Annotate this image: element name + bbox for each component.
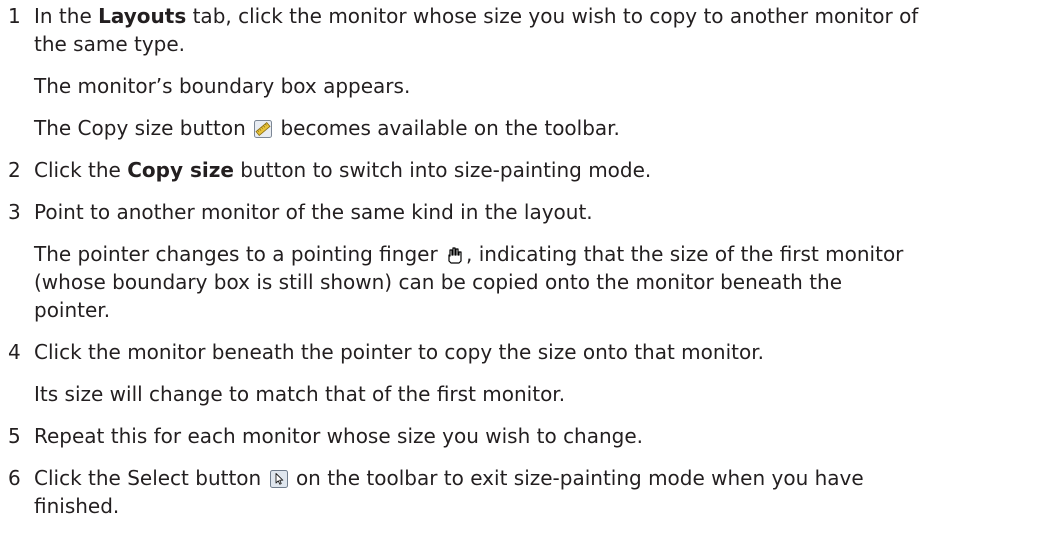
layouts-tab-ref: Layouts [98,4,187,28]
select-arrow-icon [269,470,288,488]
ruler-icon [254,120,273,138]
step-text: In the Layouts tab, click the monitor wh… [34,4,919,28]
step-text: Click the Copy size button to switch int… [34,158,652,182]
step-text: Click the monitor beneath the pointer to… [34,340,764,364]
step-text: Point to another monitor of the same kin… [34,200,593,224]
step-number: 3 [8,200,21,224]
step-text: Repeat this for each monitor whose size … [34,424,644,448]
step-text: Click the Select button on the toolbar t… [34,466,864,490]
pointing-finger-icon [446,246,464,264]
step-number: 2 [8,158,21,182]
step-number: 5 [8,424,21,448]
step-number: 4 [8,340,21,364]
instructions-document: 1 In the Layouts tab, click the monitor … [8,4,919,518]
step-number: 1 [8,4,21,28]
copy-size-ref: Copy size [127,158,234,182]
step-number: 6 [8,466,21,490]
